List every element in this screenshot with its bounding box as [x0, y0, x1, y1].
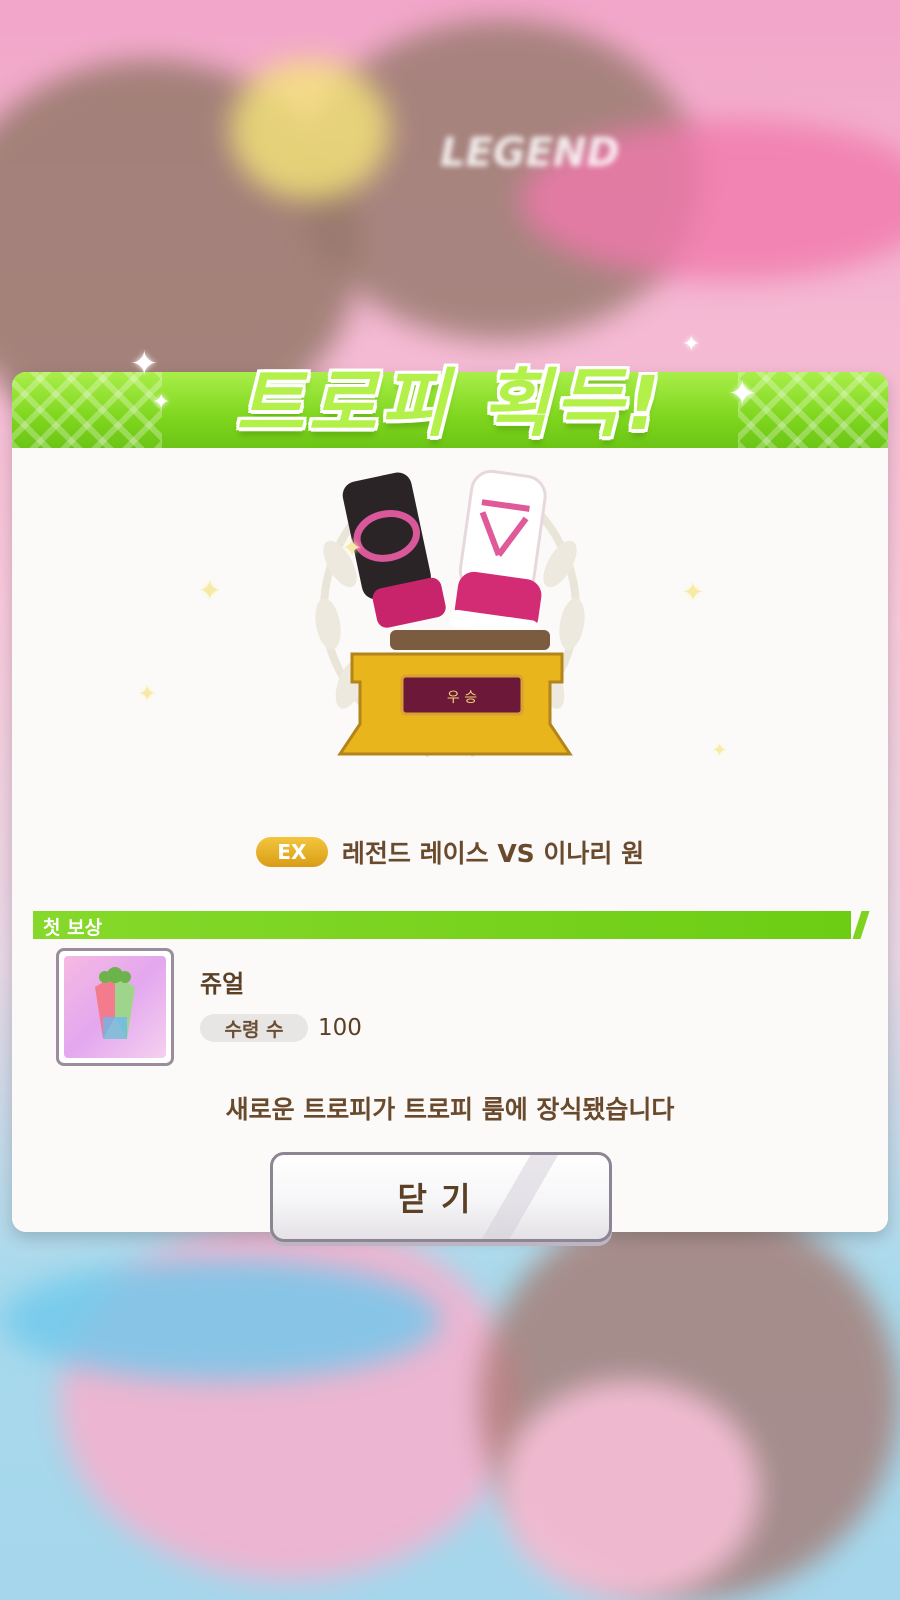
close-button[interactable]: 닫기 — [270, 1152, 612, 1242]
quantity-value: 100 — [318, 1015, 362, 1041]
race-name-row: EX 레전드 레이스 VS 이나리 원 — [12, 834, 888, 870]
dialog-body: 우 승 ✦ ✦ ✦ ✦ ✦ EX 레전드 레이스 VS 이나리 원 첫 보상 쥬… — [12, 448, 888, 1242]
sparkle-icon: ✦ — [682, 578, 704, 608]
quantity-label: 수령 수 — [200, 1014, 308, 1042]
ex-grade-badge: EX — [255, 837, 328, 867]
sparkle-icon: ✦ — [682, 332, 701, 357]
reward-item-tile[interactable] — [56, 948, 174, 1066]
sparkle-icon: ✦ — [138, 682, 157, 707]
race-title: 레전드 레이스 VS 이나리 원 — [341, 839, 645, 868]
first-reward-section-bar: 첫 보상 — [33, 911, 870, 939]
section-label: 첫 보상 — [43, 917, 103, 939]
notice-text: 새로운 트로피가 트로피 룸에 장식됐습니다 — [225, 1095, 675, 1124]
sparkle-icon: ✦ — [198, 574, 222, 607]
sparkle-icon: ✦ — [728, 374, 757, 414]
sparkle-icon: ✦ — [712, 740, 728, 761]
trophy-shoes-icon: 우 승 — [337, 469, 573, 756]
sparkle-icon: ✦ — [152, 390, 171, 415]
sparkle-icon: ✦ — [130, 344, 159, 384]
trophy-dialog: 트로피 획득! ✦ ✦ ✦ ✦ 우 승 ✦ ✦ ✦ ✦ ✦ EX 레전드 레이스… — [12, 332, 888, 1242]
trophy-image: 우 승 ✦ ✦ ✦ ✦ ✦ — [138, 454, 727, 774]
jewel-icon — [95, 967, 135, 1039]
close-button-label: 닫기 — [397, 1180, 485, 1218]
reward-item-name: 쥬얼 — [200, 970, 245, 998]
sparkle-icon: ✦ — [342, 534, 363, 562]
trophy-plate-text: 우 승 — [447, 690, 477, 706]
